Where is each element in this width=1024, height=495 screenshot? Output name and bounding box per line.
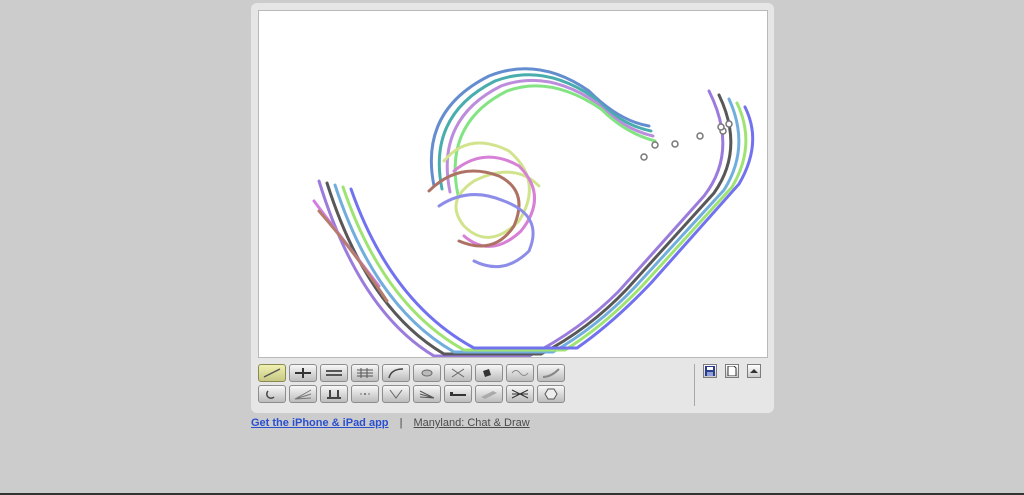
- sketchy-brush-button[interactable]: [258, 364, 286, 382]
- curve-brush-icon: [542, 368, 560, 378]
- new-page-button[interactable]: [725, 364, 739, 378]
- circles-brush-icon: [266, 390, 275, 399]
- shaded-brush-button[interactable]: [289, 364, 317, 382]
- web-brush-icon: [421, 369, 433, 377]
- chrome-brush-button[interactable]: [320, 364, 348, 382]
- shaded-brush-icon: [295, 368, 311, 378]
- dots-brush-icon: [360, 393, 370, 395]
- brush-row-2: [258, 385, 568, 403]
- chrome-brush-icon: [326, 370, 342, 376]
- spray-brush-button[interactable]: [382, 385, 410, 403]
- cross-brush-button[interactable]: [506, 385, 534, 403]
- longfur-brush-button[interactable]: [382, 364, 410, 382]
- fur-brush-button[interactable]: [351, 364, 379, 382]
- file-actions: [703, 364, 761, 378]
- footer-links: Get the iPhone & iPad app | Manyland: Ch…: [251, 417, 530, 429]
- shadow-brush-button[interactable]: [475, 385, 503, 403]
- collapse-button[interactable]: [747, 364, 761, 378]
- collapse-icon: [750, 369, 758, 373]
- ribbon-brush-button[interactable]: [475, 364, 503, 382]
- streak-brush-button[interactable]: [413, 385, 441, 403]
- wave-brush-button[interactable]: [506, 364, 534, 382]
- iphone-ipad-app-link[interactable]: Get the iPhone & iPad app: [251, 417, 389, 429]
- squares-brush-icon: [451, 368, 465, 378]
- line-brush-button[interactable]: [444, 385, 472, 403]
- drawing-panel: [251, 3, 774, 413]
- toolbar-divider: [694, 364, 695, 406]
- drawing-canvas[interactable]: [258, 10, 768, 358]
- new-page-icon: [727, 366, 737, 376]
- hexagon-brush-button[interactable]: [537, 385, 565, 403]
- footer-separator: |: [399, 417, 403, 429]
- save-button[interactable]: [703, 364, 717, 378]
- curve-brush-button[interactable]: [537, 364, 565, 382]
- circles-brush-button[interactable]: [258, 385, 286, 403]
- line-brush-icon: [450, 392, 466, 396]
- brush-toolbar: [258, 364, 568, 406]
- dots-brush-button[interactable]: [351, 385, 379, 403]
- columns-brush-button[interactable]: [320, 385, 348, 403]
- hexagon-brush-icon: [544, 388, 558, 400]
- columns-brush-icon: [327, 390, 341, 399]
- streak-brush-icon: [419, 390, 435, 399]
- grid-brush-button[interactable]: [289, 385, 317, 403]
- brush-row-1: [258, 364, 568, 382]
- cross-brush-icon: [511, 389, 529, 399]
- wave-brush-icon: [511, 370, 529, 376]
- fur-brush-icon: [357, 368, 373, 378]
- sketchy-brush-icon: [263, 368, 281, 378]
- ribbon-brush-icon: [483, 369, 491, 377]
- shadow-brush-icon: [481, 391, 497, 399]
- longfur-brush-icon: [388, 368, 404, 379]
- save-icon: [705, 366, 715, 376]
- squares-brush-button[interactable]: [444, 364, 472, 382]
- web-brush-button[interactable]: [413, 364, 441, 382]
- spray-brush-icon: [389, 389, 403, 399]
- grid-brush-icon: [294, 389, 312, 400]
- manyland-link[interactable]: Manyland: Chat & Draw: [414, 417, 530, 429]
